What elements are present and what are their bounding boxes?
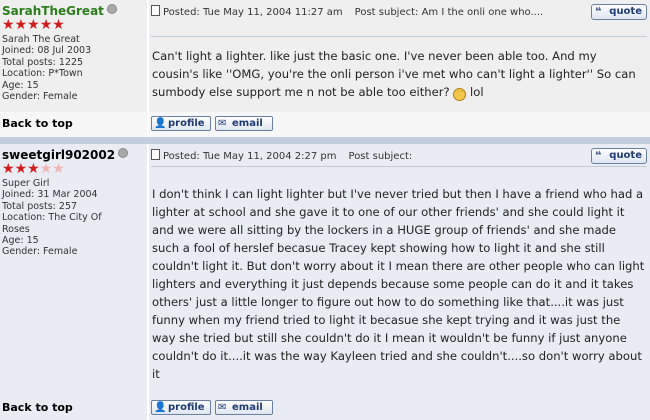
profile-icon: 👤	[154, 402, 167, 413]
quote-button[interactable]: ❝ quote	[591, 4, 647, 20]
post-body: I don't think I can light lighter but I'…	[152, 187, 645, 381]
email-button[interactable]: ✉ email	[215, 116, 273, 131]
offline-status-icon	[106, 4, 117, 14]
email-button[interactable]: ✉ email	[215, 400, 273, 415]
author-name-text[interactable]: sweetgirl902002	[2, 148, 115, 162]
star-icon: ★	[2, 17, 15, 33]
author-joined: Joined: 31 Mar 2004	[2, 189, 98, 201]
offline-status-icon	[118, 148, 129, 158]
author-age: Age: 15	[2, 235, 39, 247]
author-info: Sarah The Great Joined: 08 Jul 2003 Tota…	[2, 34, 142, 102]
star-icon: ★	[14, 17, 28, 33]
author-age: Age: 15	[2, 79, 39, 91]
rank-stars: ★★★★★	[2, 162, 65, 176]
quote-icon: ❝	[595, 5, 602, 18]
star-icon: ★	[2, 161, 15, 177]
post-header: Posted: Tue May 11, 2004 11:27 am Post su…	[151, 5, 591, 19]
author-total-posts: Total posts: 1225	[2, 56, 84, 68]
author-info: Super Girl Joined: 31 Mar 2004 Total pos…	[2, 178, 142, 258]
star-icon: ★	[39, 17, 53, 33]
author-location: Location: P*Town	[2, 68, 83, 80]
profile-label: profile	[168, 118, 205, 129]
post-separator	[0, 137, 650, 144]
header-divider	[151, 166, 647, 167]
rank-stars: ★★★★★	[2, 18, 65, 32]
email-label: email	[232, 118, 263, 129]
post-subject: Post subject:	[348, 151, 413, 162]
star-empty-icon: ★	[52, 161, 65, 177]
post-doc-icon[interactable]	[151, 149, 160, 160]
post-body-tail: lol	[470, 85, 484, 99]
post-body: Can't light a lighter. like just the bas…	[152, 47, 646, 101]
post-content: Posted: Tue May 11, 2004 11:27 am Post su…	[149, 0, 650, 112]
post-body-text: Can't light a lighter. like just the bas…	[152, 49, 636, 99]
author-name[interactable]: SarahTheGreat	[2, 4, 117, 18]
author-title: Sarah The Great	[2, 34, 80, 45]
author-total-posts: Total posts: 257	[2, 200, 78, 212]
post-date: Posted: Tue May 11, 2004 2:27 pm	[163, 151, 337, 162]
author-title: Super Girl	[2, 178, 50, 189]
post-footer-left: Back to top	[0, 396, 147, 420]
post-header: Posted: Tue May 11, 2004 2:27 pm Post sub…	[151, 149, 591, 163]
post-content: Posted: Tue May 11, 2004 2:27 pm Post sub…	[149, 144, 650, 396]
email-icon: ✉	[218, 402, 227, 413]
post-subject: Post subject: Am I the onli one who....	[354, 7, 544, 18]
forum-post: sweetgirl902002 ★★★★★ Super Girl Joined:…	[0, 144, 650, 420]
star-icon: ★	[14, 161, 28, 177]
star-icon: ★	[27, 17, 40, 33]
post-footer-right: 👤 profile ✉ email	[149, 112, 650, 137]
author-location: Location: The City Of Roses	[2, 212, 102, 235]
confused-smiley-icon: ˙˙	[453, 88, 467, 101]
back-to-top-link[interactable]: Back to top	[2, 401, 73, 414]
author-panel: sweetgirl902002 ★★★★★ Super Girl Joined:…	[0, 144, 147, 396]
post-footer-right: 👤 profile ✉ email	[149, 396, 650, 420]
header-divider	[151, 36, 647, 37]
author-name-text[interactable]: SarahTheGreat	[2, 4, 104, 18]
quote-icon: ❝	[595, 149, 602, 162]
post-footer-left: Back to top	[0, 112, 147, 137]
quote-label: quote	[609, 6, 642, 17]
author-panel: SarahTheGreat ★★★★★ Sarah The Great Join…	[0, 0, 147, 112]
email-icon: ✉	[218, 118, 227, 129]
star-empty-icon: ★	[39, 161, 53, 177]
profile-label: profile	[168, 402, 205, 413]
post-date: Posted: Tue May 11, 2004 11:27 am	[163, 7, 343, 18]
post-doc-icon[interactable]	[151, 5, 160, 16]
star-icon: ★	[27, 161, 40, 177]
quote-label: quote	[609, 150, 642, 161]
author-gender: Gender: Female	[2, 91, 78, 103]
profile-button[interactable]: 👤 profile	[151, 400, 211, 415]
author-gender: Gender: Female	[2, 246, 78, 258]
email-label: email	[232, 402, 263, 413]
back-to-top-link[interactable]: Back to top	[2, 117, 73, 130]
star-icon: ★	[52, 17, 65, 33]
author-joined: Joined: 08 Jul 2003	[2, 45, 92, 57]
author-name[interactable]: sweetgirl902002	[2, 148, 129, 162]
profile-button[interactable]: 👤 profile	[151, 116, 211, 131]
profile-icon: 👤	[154, 118, 167, 129]
forum-post: SarahTheGreat ★★★★★ Sarah The Great Join…	[0, 0, 650, 137]
quote-button[interactable]: ❝ quote	[591, 148, 647, 164]
